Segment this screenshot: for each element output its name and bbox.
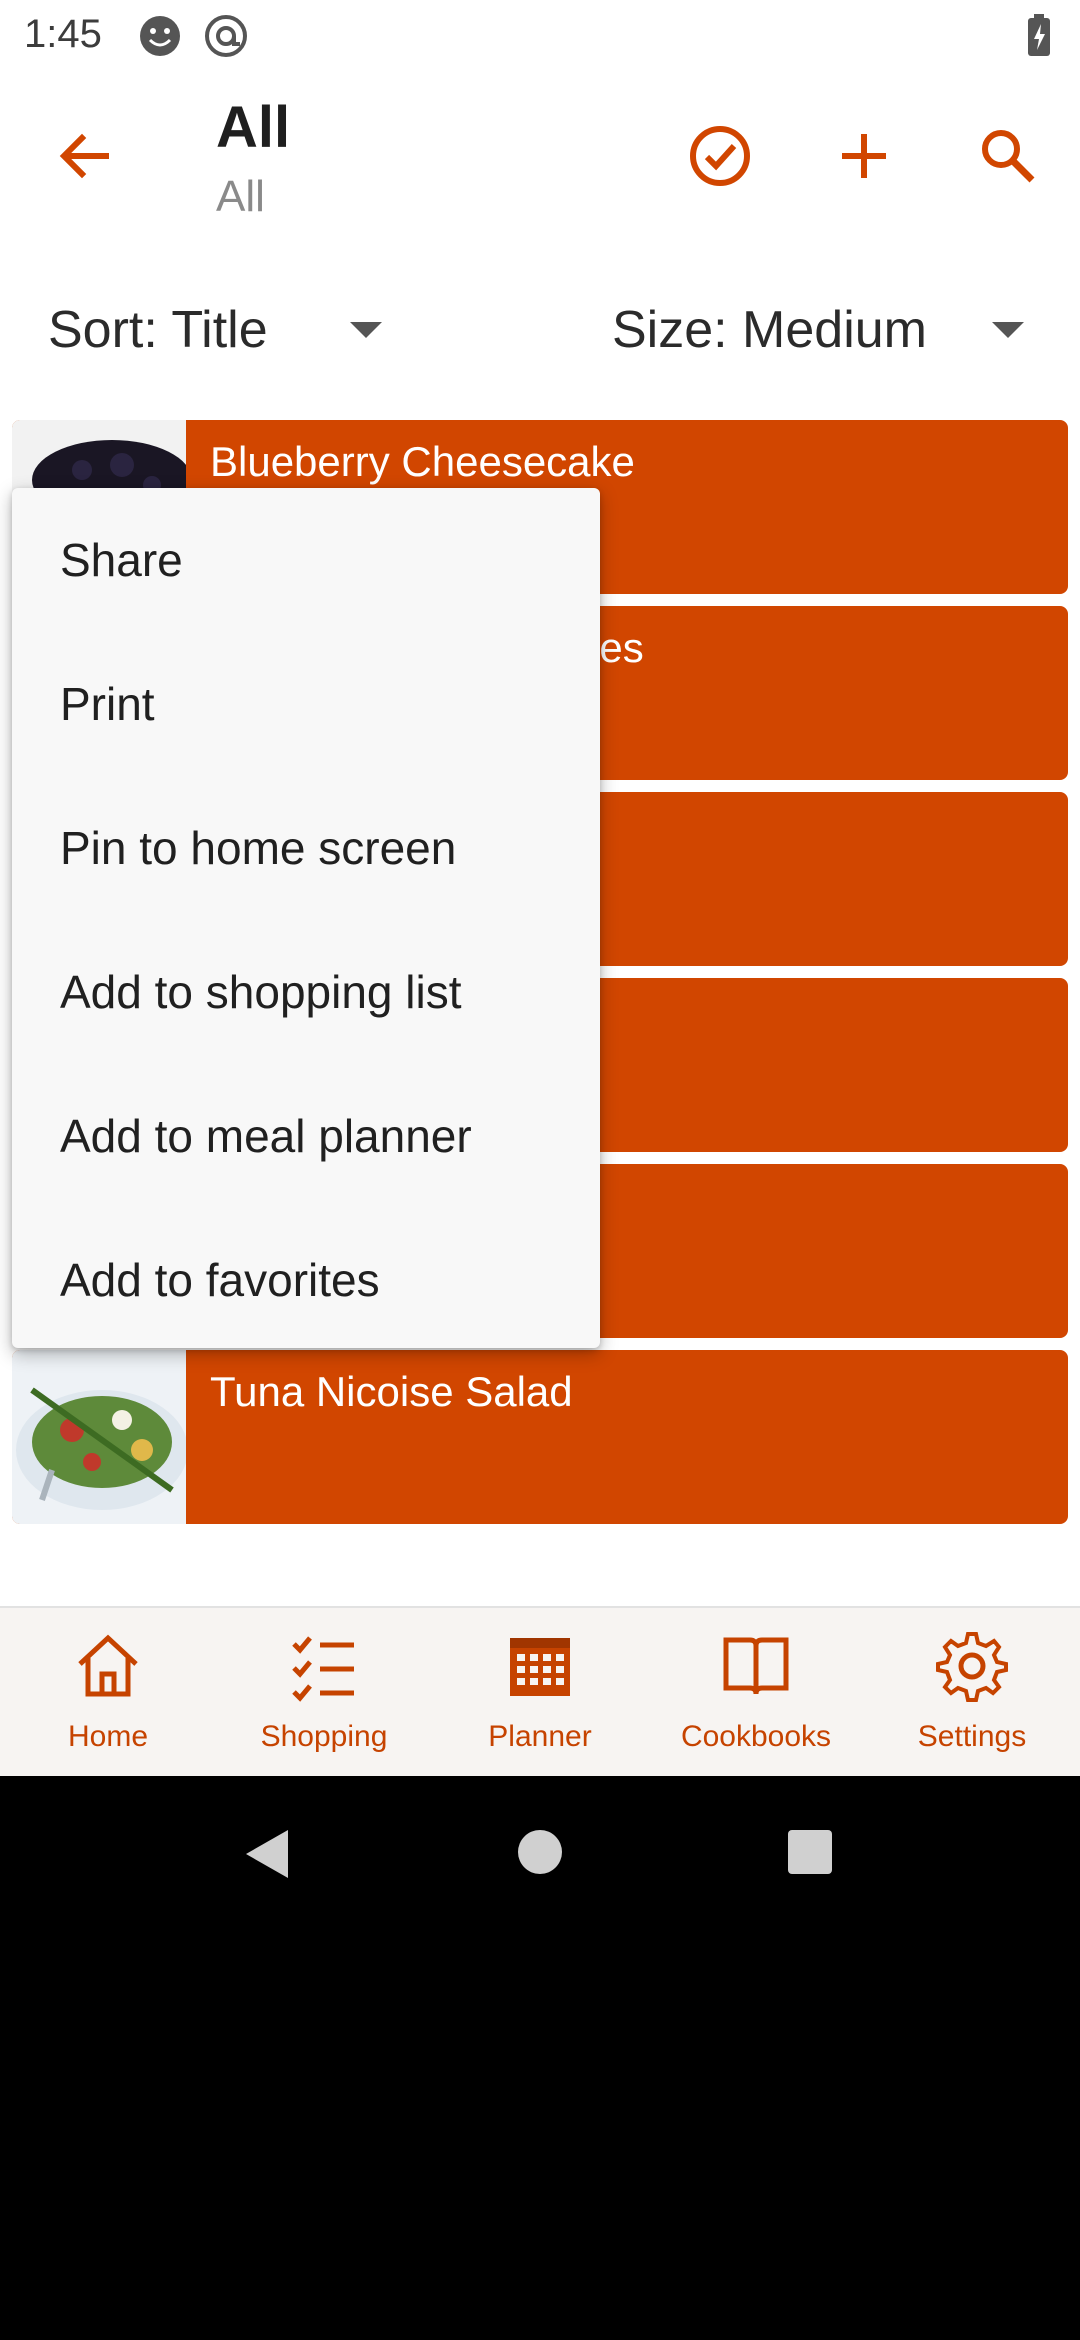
menu-item-add-to-shopping-list[interactable]: Add to shopping list [12,920,600,1064]
recipe-card[interactable]: Tuna Nicoise Salad [12,1350,1068,1524]
menu-item-pin-to-home[interactable]: Pin to home screen [12,776,600,920]
nav-label: Planner [488,1720,592,1753]
page-subtitle: All [216,172,265,221]
chevron-down-icon [350,322,382,338]
add-button[interactable] [816,108,912,204]
filter-row: Sort: Title Size: Medium [0,280,1080,380]
back-triangle-icon[interactable] [242,1828,290,1880]
arrow-left-icon [59,133,109,179]
select-button[interactable] [672,108,768,204]
nav-item-settings[interactable]: Settings [864,1608,1080,1778]
search-icon [982,130,1035,183]
home-circle-icon[interactable] [516,1828,564,1876]
screen: 1:45 All All Sort: Title Size: Medium Bl… [0,0,1080,2340]
nav-item-home[interactable]: Home [0,1608,216,1778]
menu-item-share[interactable]: Share [12,488,600,632]
search-button[interactable] [960,108,1056,204]
plus-icon [842,134,886,178]
system-nav-bar [0,1776,1080,2340]
page-title: All [216,95,291,160]
back-button[interactable] [36,108,132,204]
recipe-title: Tuna Nicoise Salad [210,1368,573,1415]
sort-dropdown[interactable]: Sort: Title [48,280,388,380]
size-dropdown[interactable]: Size: Medium [612,280,1032,380]
nav-item-planner[interactable]: Planner [432,1608,648,1778]
nav-label: Cookbooks [680,1720,832,1753]
gear-icon [936,1632,1008,1702]
nav-label: Shopping [260,1720,388,1753]
menu-item-add-to-favorites[interactable]: Add to favorites [12,1208,600,1352]
context-menu: Share Print Pin to home screen Add to sh… [12,488,600,1348]
book-icon [723,1637,789,1695]
calendar-icon [510,1638,570,1696]
sort-label: Sort: Title [48,301,268,359]
bottom-nav: Home Shopping Planner Cookbooks Settings [0,1606,1080,1778]
nav-item-shopping[interactable]: Shopping [216,1608,432,1778]
recents-square-icon[interactable] [786,1828,834,1876]
nav-label: Settings [917,1720,1027,1753]
smiley-icon [140,16,180,56]
status-bar: 1:45 [0,0,1080,72]
check-circle-icon [690,126,750,186]
battery-icon [1028,14,1050,56]
chevron-down-icon [992,322,1024,338]
menu-item-add-to-meal-planner[interactable]: Add to meal planner [12,1064,600,1208]
app-bar: All All [0,72,1080,240]
nav-label: Home [67,1720,149,1753]
recipe-thumbnail [12,1350,186,1524]
home-icon [78,1634,138,1697]
nav-item-cookbooks[interactable]: Cookbooks [648,1608,864,1778]
at-sync-icon [205,15,247,57]
checklist-icon [292,1636,354,1702]
menu-item-print[interactable]: Print [12,632,600,776]
size-label: Size: Medium [612,301,927,359]
recipe-title: Blueberry Cheesecake [210,438,635,485]
status-time: 1:45 [24,12,102,56]
